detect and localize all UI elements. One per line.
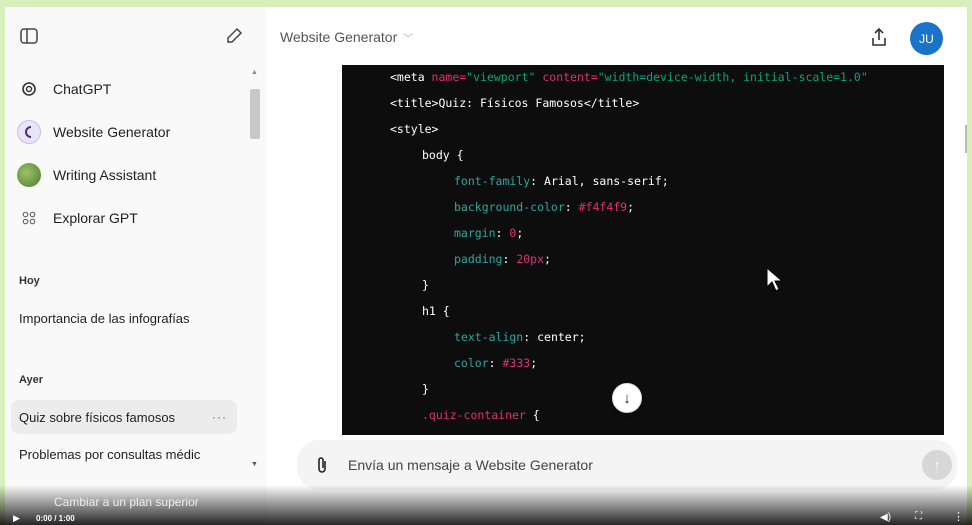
code-line: } — [422, 382, 429, 396]
scroll-down-icon[interactable]: ▼ — [251, 461, 258, 468]
chat-item[interactable]: Problemas por consultas médic — [11, 437, 237, 471]
main-panel: Website Generator ﹀ JU <meta name="viewpo… — [267, 7, 967, 525]
sidebar-scroll-thumb[interactable] — [250, 89, 260, 139]
chat-item-label: Problemas por consultas médic — [19, 446, 201, 462]
code-line: background-color: #f4f4f9; — [454, 200, 635, 214]
user-initials: JU — [919, 31, 934, 46]
gpt-title-dropdown[interactable]: Website Generator ﹀ — [280, 29, 413, 45]
share-icon[interactable] — [867, 25, 891, 49]
code-line: h1 { — [422, 304, 450, 318]
sidebar: ChatGPT Website Generator Writing Assist… — [5, 7, 267, 525]
section-title-ayer: Ayer — [19, 374, 44, 386]
gpt-item-explorar[interactable]: Explorar GPT — [13, 198, 238, 238]
gpt-item-website-generator[interactable]: Website Generator — [13, 112, 238, 152]
user-avatar[interactable]: JU — [910, 22, 943, 55]
code-line: max-width: 600px; — [454, 434, 572, 435]
message-composer[interactable]: Envía un mensaje a Website Generator ↑ — [297, 440, 957, 490]
code-line: font-family: Arial, sans-serif; — [454, 174, 669, 188]
new-chat-icon[interactable] — [223, 25, 245, 47]
play-icon[interactable]: ▶ — [13, 513, 20, 524]
code-line: color: #333; — [454, 356, 538, 370]
gpt-label: Explorar GPT — [53, 210, 138, 226]
gpt-item-chatgpt[interactable]: ChatGPT — [13, 69, 238, 109]
code-line: <style> — [390, 122, 439, 136]
fullscreen-icon[interactable]: ⛶ — [915, 511, 922, 522]
mouse-cursor-icon — [766, 267, 784, 292]
app-window: ChatGPT Website Generator Writing Assist… — [5, 7, 967, 525]
code-block: <meta name="viewport" content="width=dev… — [342, 65, 944, 435]
sidebar-header — [5, 7, 267, 59]
section-title-hoy: Hoy — [19, 275, 40, 287]
code-line: text-align: center; — [454, 330, 586, 344]
more-vertical-icon[interactable]: ⋮ — [953, 510, 964, 523]
chat-item-active[interactable]: Quiz sobre físicos famosos ··· — [11, 400, 237, 434]
gpt-item-writing-assistant[interactable]: Writing Assistant — [13, 155, 238, 195]
main-scroll-thumb[interactable] — [965, 125, 967, 153]
website-generator-avatar-icon — [17, 120, 41, 144]
sidebar-scrollbar[interactable]: ▲ ▼ — [248, 69, 262, 479]
gpt-label: ChatGPT — [53, 81, 112, 97]
writing-assistant-avatar-icon — [17, 163, 41, 187]
grid-icon — [17, 206, 41, 230]
more-options-icon[interactable]: ··· — [212, 410, 227, 424]
arrow-down-icon: ↓ — [623, 389, 631, 407]
code-line: .quiz-container { — [422, 408, 540, 422]
scroll-up-icon[interactable]: ▲ — [251, 69, 258, 76]
code-line: margin: 0; — [454, 226, 524, 240]
attach-icon[interactable] — [312, 454, 332, 476]
openai-logo-icon — [17, 77, 41, 101]
sidebar-toggle-icon[interactable] — [18, 25, 40, 47]
scroll-down-button[interactable]: ↓ — [612, 383, 642, 413]
volume-icon[interactable]: ◀) — [880, 512, 891, 523]
gpt-label: Website Generator — [53, 124, 171, 140]
code-line: padding: 20px; — [454, 252, 551, 266]
code-line: <meta name="viewport" content="width=dev… — [390, 70, 868, 84]
upgrade-plan-link[interactable]: Cambiar a un plan superior — [54, 495, 199, 509]
gpt-title: Website Generator — [280, 29, 398, 45]
gpt-label: Writing Assistant — [53, 167, 157, 183]
code-line: } — [422, 278, 429, 292]
chat-item[interactable]: Importancia de las infografías — [11, 301, 237, 335]
code-line: body { — [422, 148, 464, 162]
message-input[interactable]: Envía un mensaje a Website Generator — [348, 457, 593, 473]
send-button[interactable]: ↑ — [922, 450, 952, 480]
chat-item-label: Quiz sobre físicos famosos — [19, 409, 176, 425]
code-line: <title>Quiz: Físicos Famosos</title> — [390, 96, 640, 110]
arrow-up-icon: ↑ — [933, 457, 941, 473]
chat-item-label: Importancia de las infografías — [19, 310, 190, 326]
chevron-down-icon: ﹀ — [403, 34, 414, 45]
video-time: 0:00 / 1:00 — [36, 514, 75, 523]
